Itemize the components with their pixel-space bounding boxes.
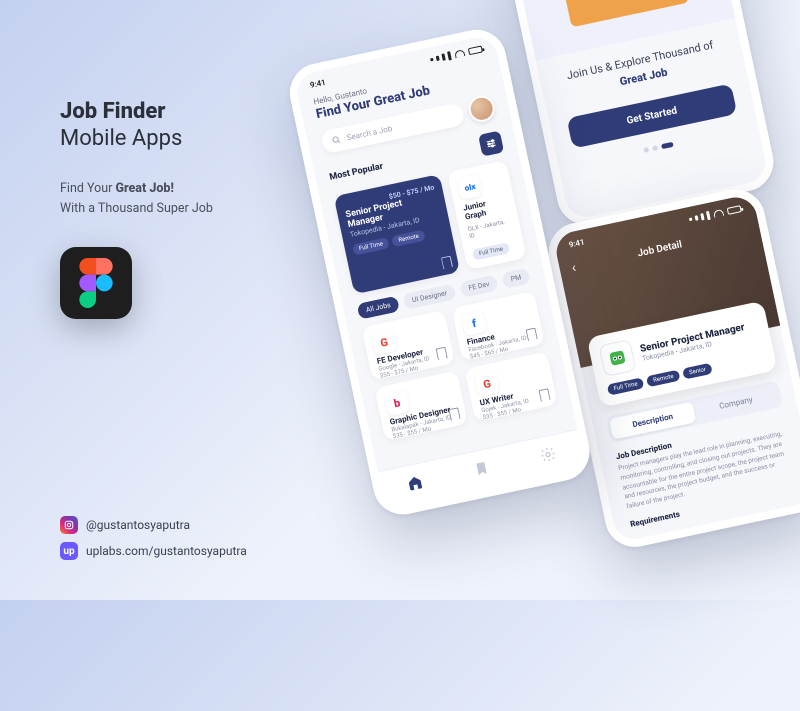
popular-job-card-primary[interactable]: $50 - $75 / Mo Senior Project Manager To… [334,174,461,294]
instagram-icon [60,516,78,534]
job-tile[interactable]: fFinanceFacebook - Jakarta, ID$45 - $65 … [452,291,545,361]
profile-avatar[interactable] [466,93,497,124]
wifi-icon [454,49,465,58]
bookmark-icon [472,459,491,478]
signal-icon [688,211,710,224]
bookmark-icon[interactable] [441,255,453,269]
uplabs-handle[interactable]: up uplabs.com/gustantosyaputra [60,542,247,560]
job-tile[interactable]: GFE DeveloperGoogle - Jakarta, ID$55 - $… [362,310,455,380]
figma-logo-tile [60,247,132,319]
popular-job-card-secondary[interactable]: olx Junior Graph OLX - Jakarta, ID Full … [447,160,526,270]
status-time: 9:41 [568,237,585,249]
job-tag: Senior [682,363,713,380]
olx-logo-icon: olx [457,174,483,200]
tab-bar-settings[interactable] [539,445,559,467]
status-time: 9:41 [309,78,326,90]
battery-icon [727,205,742,215]
bottom-tab-bar [378,429,586,511]
signal-icon [429,51,451,64]
tab-bar-home[interactable] [405,473,425,495]
tab-ui-designer[interactable]: UI Designer [403,284,457,310]
job-tile[interactable]: bGraphic DesignerBukalapak - Jakarta, ID… [374,371,467,441]
search-icon [331,134,342,145]
sliders-icon [484,136,498,150]
bukalapak-logo-icon: b [384,390,410,416]
tokopedia-logo-icon [598,339,636,377]
job-tag: Full Time [607,377,645,395]
battery-icon [468,45,483,55]
home-icon [405,473,424,492]
uplabs-icon: up [60,542,78,560]
instagram-handle[interactable]: @gustantosyaputra [60,516,247,534]
figma-icon [79,258,113,308]
tab-fe-dev[interactable]: FE Dev [459,275,499,298]
tab-all-jobs[interactable]: All Jobs [357,296,401,320]
job-tag: Remote [646,370,680,388]
job-title: Junior Graph [462,195,509,222]
tab-bar-bookmarks[interactable] [472,459,492,481]
google-logo-icon: G [371,329,397,355]
job-tag: Full Time [352,237,390,255]
gear-icon [539,445,558,464]
job-company: OLX - Jakarta, ID [467,217,513,240]
phone-detail-screen: 9:41 ‹ Job Detail Senior Project Manager… [543,184,800,553]
filter-button[interactable] [478,131,504,157]
job-tile[interactable]: GUX WriterGojek - Jakarta, ID$35 - $55 /… [464,352,557,422]
wifi-icon [713,209,724,218]
facebook-logo-icon: f [461,310,487,336]
section-title-popular: Most Popular [329,162,384,183]
job-tag: Remote [392,230,426,248]
social-links: @gustantosyaputra up uplabs.com/gustanto… [60,508,247,560]
tab-pm[interactable]: PM [501,268,530,289]
gojek-logo-icon: G [474,371,500,397]
job-tag: Full Time [472,242,510,260]
